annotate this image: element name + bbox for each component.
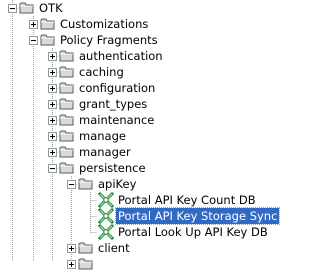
collapse-toggle-icon[interactable] <box>67 180 76 189</box>
folder-icon <box>59 50 74 62</box>
tree-node-label: configuration <box>79 81 156 95</box>
folder-icon <box>40 18 55 30</box>
tree-node-label-selected: Portal API Key Storage Sync <box>114 207 281 225</box>
folder-icon <box>19 2 34 14</box>
tree-node-client[interactable]: client <box>0 240 318 256</box>
policy-tree: OTK Customizations Policy Fragments auth… <box>0 0 318 270</box>
collapse-toggle-icon[interactable] <box>29 36 38 45</box>
expand-toggle-icon[interactable] <box>67 260 76 269</box>
policy-icon <box>98 192 114 208</box>
policy-icon <box>98 208 114 224</box>
folder-icon <box>59 114 74 126</box>
expand-toggle-icon[interactable] <box>48 132 57 141</box>
tree-node-persistence[interactable]: persistence <box>0 160 318 176</box>
folder-icon <box>78 258 93 270</box>
expand-toggle-icon[interactable] <box>48 100 57 109</box>
tree-node-apikey[interactable]: apiKey <box>0 176 318 192</box>
folder-icon <box>59 66 74 78</box>
tree-node-label: manage <box>79 129 126 143</box>
tree-node-grant-types[interactable]: grant_types <box>0 96 318 112</box>
collapse-toggle-icon[interactable] <box>48 164 57 173</box>
expand-toggle-icon[interactable] <box>29 20 38 29</box>
tree-node-otk[interactable]: OTK <box>0 0 318 16</box>
tree-node-label: Customizations <box>60 17 149 31</box>
tree-node-customizations[interactable]: Customizations <box>0 16 318 32</box>
policy-icon <box>98 224 114 240</box>
tree-node-portal-api-key-count-db[interactable]: Portal API Key Count DB <box>0 192 318 208</box>
tree-node-label: maintenance <box>79 113 155 127</box>
expand-toggle-icon[interactable] <box>48 84 57 93</box>
tree-node-label: client <box>98 241 130 255</box>
folder-icon <box>59 98 74 110</box>
tree-node-label: Policy Fragments <box>60 33 158 47</box>
tree-node-maintenance[interactable]: maintenance <box>0 112 318 128</box>
folder-icon <box>78 178 93 190</box>
folder-icon <box>59 146 74 158</box>
tree-node-portal-api-key-storage-sync[interactable]: Portal API Key Storage Sync <box>0 207 318 225</box>
tree-node-label: apiKey <box>98 177 137 191</box>
expand-toggle-icon[interactable] <box>48 116 57 125</box>
folder-icon <box>59 162 74 174</box>
folder-icon <box>40 34 55 46</box>
tree-node-partial[interactable] <box>0 256 318 272</box>
tree-node-label: OTK <box>39 1 63 15</box>
expand-toggle-icon[interactable] <box>48 148 57 157</box>
expand-toggle-icon[interactable] <box>48 52 57 61</box>
tree-node-label: persistence <box>79 161 146 175</box>
tree-node-manager[interactable]: manager <box>0 144 318 160</box>
tree-node-manage[interactable]: manage <box>0 128 318 144</box>
expand-toggle-icon[interactable] <box>48 68 57 77</box>
tree-node-label: Portal API Key Count DB <box>118 193 256 207</box>
folder-icon <box>59 130 74 142</box>
tree-node-policy-fragments[interactable]: Policy Fragments <box>0 32 318 48</box>
tree-node-label: Portal Look Up API Key DB <box>118 225 268 239</box>
tree-node-portal-look-up-api-key-db[interactable]: Portal Look Up API Key DB <box>0 224 318 240</box>
folder-icon <box>59 82 74 94</box>
collapse-toggle-icon[interactable] <box>8 4 17 13</box>
tree-node-configuration[interactable]: configuration <box>0 80 318 96</box>
expand-toggle-icon[interactable] <box>67 244 76 253</box>
tree-node-authentication[interactable]: authentication <box>0 48 318 64</box>
tree-node-label: grant_types <box>79 97 148 111</box>
tree-node-label: authentication <box>79 49 163 63</box>
tree-node-caching[interactable]: caching <box>0 64 318 80</box>
folder-icon <box>78 242 93 254</box>
tree-node-label: manager <box>79 145 131 159</box>
tree-node-label: caching <box>79 65 124 79</box>
